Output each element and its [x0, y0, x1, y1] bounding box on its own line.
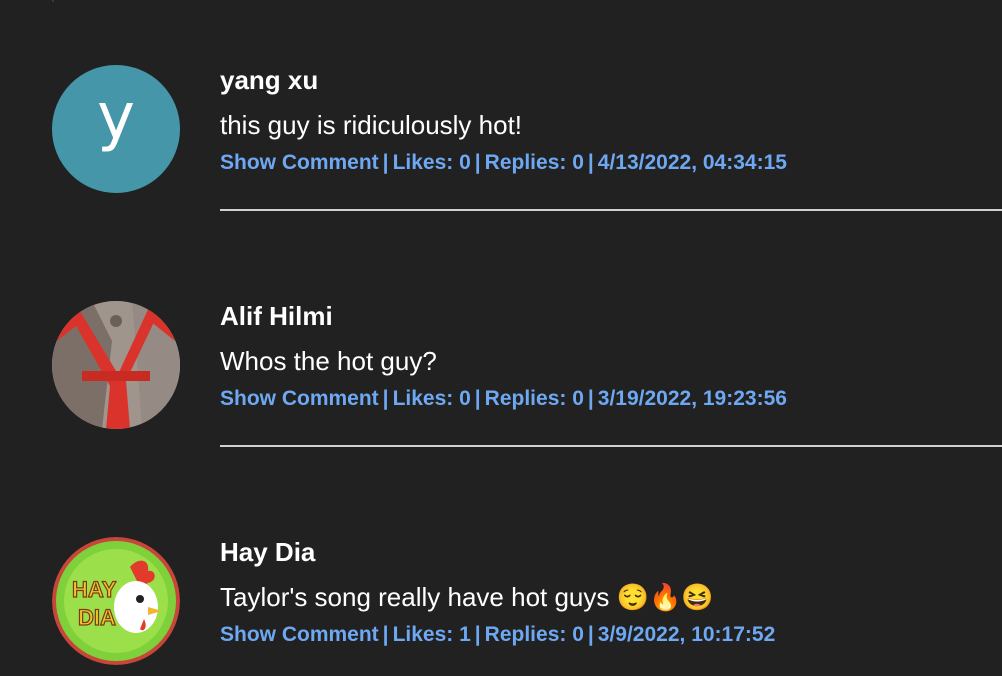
comments-page: y yang xu this guy is ridiculously hot! …: [0, 0, 1002, 676]
comment-text: Taylor's song really have hot guys 😌🔥😆: [220, 582, 714, 612]
replies-count: Replies: 0: [484, 151, 584, 174]
show-comment-link[interactable]: Show Comment: [220, 623, 379, 646]
comment-author[interactable]: Hay Dia: [220, 537, 315, 567]
comment-divider: [220, 445, 1002, 447]
show-comment-link[interactable]: Show Comment: [220, 387, 379, 410]
comment-timestamp: 3/19/2022, 19:23:56: [597, 387, 787, 410]
svg-text:DIA: DIA: [78, 605, 116, 630]
top-edge-mark: [52, 0, 54, 2]
comment-timestamp: 4/13/2022, 04:34:15: [597, 151, 787, 174]
comment-item: y yang xu this guy is ridiculously hot! …: [52, 65, 1002, 301]
hay-day-logo-avatar-icon: HAY DIA: [52, 537, 180, 665]
comment-meta: Show Comment | Likes: 0 | Replies: 0 | 4/13/20…: [220, 151, 787, 174]
comment-meta: Show Comment | Likes: 1 | Replies: 0 | 3/9/202…: [220, 623, 776, 646]
comment-text: Whos the hot guy?: [220, 346, 437, 376]
show-comment-link[interactable]: Show Comment: [220, 151, 379, 174]
avatar-letter: y: [97, 80, 135, 154]
avatar[interactable]: y: [52, 65, 180, 193]
comment-item: Alif Hilmi Whos the hot guy? Show Commen…: [52, 301, 1002, 537]
replies-count: Replies: 0: [484, 387, 584, 410]
avatar[interactable]: [52, 301, 180, 429]
comment-item: HAY DIA Hay Dia Taylor's song really hav…: [52, 537, 1002, 676]
replies-count: Replies: 0: [484, 623, 584, 646]
svg-text:HAY: HAY: [72, 577, 117, 602]
comment-timestamp: 3/9/2022, 10:17:52: [597, 623, 776, 646]
likes-count: Likes: 1: [392, 623, 471, 646]
likes-count: Likes: 0: [392, 387, 471, 410]
comment-text: this guy is ridiculously hot!: [220, 110, 523, 140]
comment-author[interactable]: Alif Hilmi: [220, 301, 333, 331]
comment-divider: [220, 209, 1002, 211]
avatar[interactable]: HAY DIA: [52, 537, 180, 665]
comment-meta: Show Comment | Likes: 0 | Replies: 0 | 3/19/20…: [220, 387, 787, 410]
likes-count: Likes: 0: [392, 151, 471, 174]
comment-author[interactable]: yang xu: [220, 65, 318, 95]
photo-avatar-red-straps-icon: [52, 301, 180, 429]
